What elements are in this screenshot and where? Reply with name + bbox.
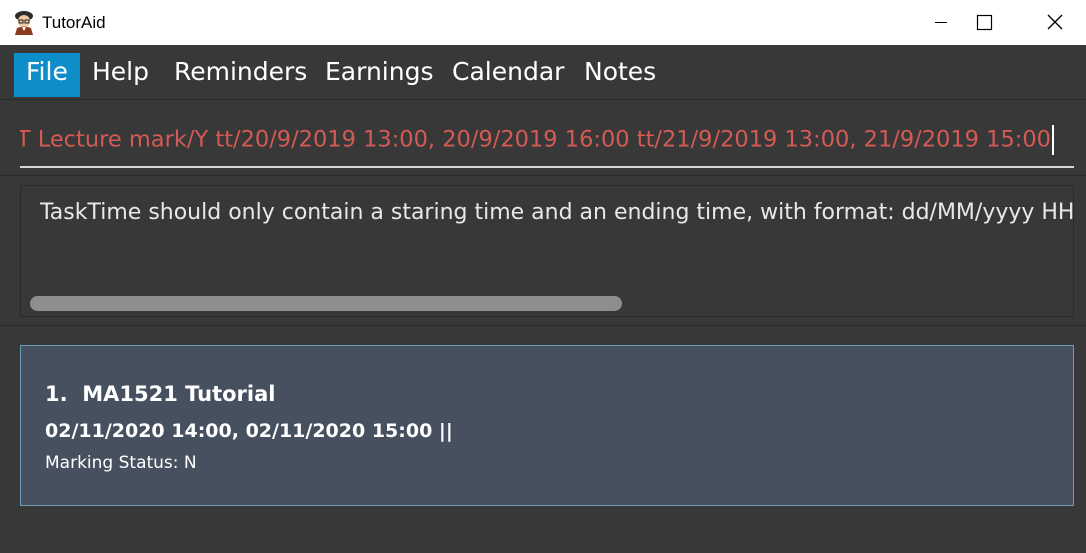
task-title: 1. MA1521 Tutorial bbox=[45, 382, 275, 406]
maximize-button[interactable] bbox=[955, 0, 1013, 45]
menu-reminders[interactable]: Reminders bbox=[162, 53, 319, 97]
app-icon bbox=[15, 11, 33, 35]
close-icon bbox=[1047, 14, 1063, 30]
result-display: TaskTime should only contain a staring t… bbox=[20, 185, 1074, 317]
window-title: TutorAid bbox=[42, 13, 106, 32]
task-card[interactable]: 1. MA1521 Tutorial 02/11/2020 14:00, 02/… bbox=[20, 345, 1074, 506]
menu-calendar[interactable]: Calendar bbox=[440, 53, 576, 97]
title-bar: TutorAid bbox=[0, 0, 1086, 45]
command-text: :S2103T Lecture mark/Y tt/20/9/2019 13:0… bbox=[20, 125, 1054, 155]
menu-bar: File Help Reminders Earnings Calendar No… bbox=[0, 45, 1086, 100]
app-window: File Help Reminders Earnings Calendar No… bbox=[0, 45, 1086, 553]
task-marking-status: Marking Status: N bbox=[45, 453, 197, 473]
command-input[interactable]: :S2103T Lecture mark/Y tt/20/9/2019 13:0… bbox=[20, 120, 1074, 168]
menu-help[interactable]: Help bbox=[80, 53, 161, 97]
task-name: MA1521 Tutorial bbox=[82, 382, 276, 406]
result-display-area: TaskTime should only contain a staring t… bbox=[0, 176, 1086, 323]
text-caret bbox=[1052, 125, 1054, 155]
horizontal-scrollbar[interactable] bbox=[30, 296, 622, 311]
menu-notes[interactable]: Notes bbox=[572, 53, 668, 97]
task-list-panel: 1. MA1521 Tutorial 02/11/2020 14:00, 02/… bbox=[0, 325, 1086, 553]
menu-earnings[interactable]: Earnings bbox=[313, 53, 445, 97]
command-area: :S2103T Lecture mark/Y tt/20/9/2019 13:0… bbox=[0, 100, 1086, 176]
command-value: :S2103T Lecture mark/Y tt/20/9/2019 13:0… bbox=[20, 126, 1051, 153]
menu-file[interactable]: File bbox=[14, 53, 80, 97]
result-message: TaskTime should only contain a staring t… bbox=[40, 200, 1074, 225]
task-time: 02/11/2020 14:00, 02/11/2020 15:00 || bbox=[45, 420, 453, 442]
task-index: 1. bbox=[45, 382, 68, 406]
maximize-icon bbox=[976, 14, 993, 31]
close-button[interactable] bbox=[1027, 0, 1085, 45]
